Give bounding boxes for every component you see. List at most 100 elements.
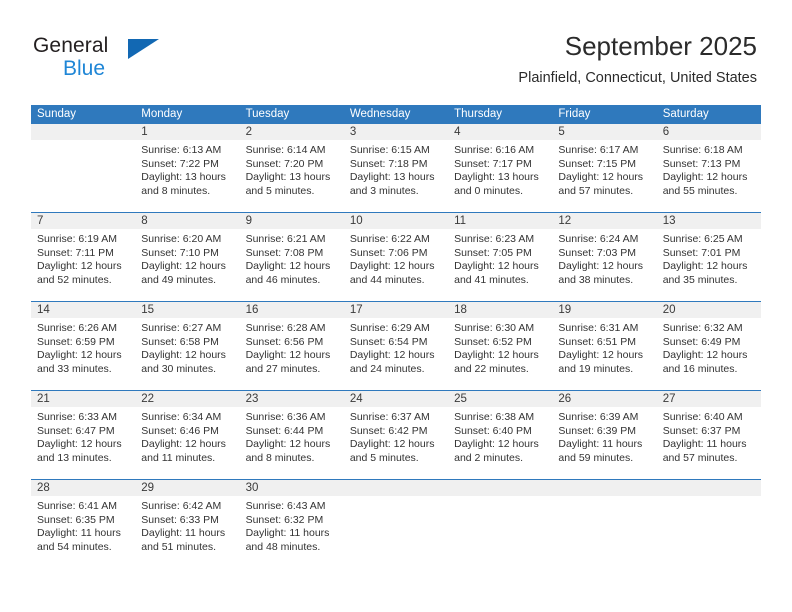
day-cell[interactable]: Sunrise: 6:34 AM Sunset: 6:46 PM Daylight:…: [135, 407, 239, 479]
day-cell[interactable]: Sunrise: 6:42 AM Sunset: 6:33 PM Daylight:…: [135, 496, 239, 568]
calendar-grid: Sunday Monday Tuesday Wednesday Thursday Frid…: [31, 105, 761, 568]
day-number[interactable]: 27: [657, 391, 761, 407]
day-number[interactable]: 20: [657, 302, 761, 318]
day-detail-line: Sunrise: 6:29 AM: [349, 322, 430, 334]
day-detail-line: and 5 minutes.: [245, 184, 315, 197]
day-cell[interactable]: Sunrise: 6:16 AM Sunset: 7:17 PM Daylight:…: [448, 140, 552, 212]
day-cell[interactable]: Sunrise: 6:17 AM Sunset: 7:15 PM Daylight:…: [552, 140, 656, 212]
day-cell[interactable]: Sunrise: 6:22 AM Sunset: 7:06 PM Daylight:…: [344, 229, 448, 301]
day-detail-line: Sunrise: 6:25 AM: [662, 233, 743, 245]
day-number[interactable]: 21: [31, 391, 135, 407]
day-number[interactable]: 16: [240, 302, 344, 318]
day-detail-line: and 41 minutes.: [454, 273, 529, 286]
day-detail-line: Sunset: 6:51 PM: [558, 335, 637, 348]
day-detail-line: and 48 minutes.: [245, 540, 321, 553]
day-cell[interactable]: Sunrise: 6:36 AM Sunset: 6:44 PM Daylight:…: [240, 407, 344, 479]
day-number[interactable]: 28: [31, 480, 135, 496]
day-cell[interactable]: Sunrise: 6:13 AM Sunset: 7:22 PM Daylight:…: [135, 140, 239, 212]
day-detail-line: Sunset: 6:54 PM: [349, 335, 428, 348]
day-number[interactable]: 25: [448, 391, 552, 407]
day-cell[interactable]: Sunrise: 6:28 AM Sunset: 6:56 PM Daylight:…: [240, 318, 344, 390]
day-cell[interactable]: Sunrise: 6:38 AM Sunset: 6:40 PM Daylight:…: [448, 407, 552, 479]
day-number[interactable]: 30: [240, 480, 344, 496]
day-cell[interactable]: Sunrise: 6:37 AM Sunset: 6:42 PM Daylight:…: [344, 407, 448, 479]
day-number[interactable]: 3: [344, 124, 448, 140]
day-number[interactable]: 11: [448, 213, 552, 229]
day-cell-empty: [31, 140, 135, 212]
day-detail-line: Sunrise: 6:31 AM: [558, 322, 639, 334]
day-cell[interactable]: Sunrise: 6:40 AM Sunset: 6:37 PM Daylight:…: [657, 407, 761, 479]
day-detail-line: Sunset: 6:56 PM: [245, 335, 324, 348]
day-number[interactable]: 14: [31, 302, 135, 318]
day-detail-line: Daylight: 12 hours: [662, 349, 748, 362]
day-number[interactable]: 12: [552, 213, 656, 229]
day-number[interactable]: 19: [552, 302, 656, 318]
weekday-header-sunday: Sunday: [37, 108, 77, 120]
day-detail-line: Sunset: 7:05 PM: [454, 246, 532, 259]
day-detail-line: Sunset: 6:52 PM: [454, 335, 532, 348]
day-detail-line: Sunset: 6:32 PM: [245, 513, 324, 526]
day-detail-line: Sunrise: 6:26 AM: [37, 322, 117, 334]
day-cell[interactable]: Sunrise: 6:23 AM Sunset: 7:05 PM Daylight:…: [448, 229, 552, 301]
day-number[interactable]: 13: [657, 213, 761, 229]
day-number[interactable]: 22: [135, 391, 239, 407]
day-detail-line: Sunrise: 6:24 AM: [558, 233, 639, 245]
day-cell[interactable]: Sunrise: 6:24 AM Sunset: 7:03 PM Daylight:…: [552, 229, 656, 301]
day-number[interactable]: 1: [135, 124, 239, 140]
day-detail-line: and 51 minutes.: [141, 540, 216, 553]
day-cell[interactable]: Sunrise: 6:19 AM Sunset: 7:11 PM Daylight:…: [31, 229, 135, 301]
day-detail-line: Sunrise: 6:23 AM: [454, 233, 535, 245]
day-cell[interactable]: Sunrise: 6:25 AM Sunset: 7:01 PM Daylight:…: [657, 229, 761, 301]
day-detail-line: Sunset: 6:46 PM: [141, 424, 219, 437]
day-cell[interactable]: Sunrise: 6:15 AM Sunset: 7:18 PM Daylight:…: [344, 140, 448, 212]
day-detail-line: and 8 minutes.: [245, 451, 315, 464]
day-cell[interactable]: Sunrise: 6:26 AM Sunset: 6:59 PM Daylight:…: [31, 318, 135, 390]
day-detail-line: Sunset: 6:44 PM: [245, 424, 324, 437]
day-cell[interactable]: Sunrise: 6:43 AM Sunset: 6:32 PM Daylight:…: [240, 496, 344, 568]
day-detail-line: Sunset: 7:17 PM: [454, 157, 532, 170]
day-number[interactable]: 10: [344, 213, 448, 229]
day-cell[interactable]: Sunrise: 6:20 AM Sunset: 7:10 PM Daylight:…: [135, 229, 239, 301]
day-number[interactable]: 24: [344, 391, 448, 407]
day-detail-line: and 8 minutes.: [141, 184, 211, 197]
calendar-week-row: 7 8 9 10 11 12 13 Sunrise: 6:19 AM Sunset: 7:11 …: [31, 212, 761, 301]
day-cell[interactable]: Sunrise: 6:30 AM Sunset: 6:52 PM Daylight:…: [448, 318, 552, 390]
day-cell[interactable]: Sunrise: 6:18 AM Sunset: 7:13 PM Daylight:…: [657, 140, 761, 212]
day-cell[interactable]: Sunrise: 6:29 AM Sunset: 6:54 PM Daylight:…: [344, 318, 448, 390]
day-detail-line: Daylight: 11 hours: [245, 527, 330, 540]
day-detail-line: Sunset: 6:49 PM: [662, 335, 741, 348]
day-cell[interactable]: Sunrise: 6:33 AM Sunset: 6:47 PM Daylight:…: [31, 407, 135, 479]
day-cell[interactable]: Sunrise: 6:31 AM Sunset: 6:51 PM Daylight:…: [552, 318, 656, 390]
calendar-week-row: 14 15 16 17 18 19 20 Sunrise: 6:26 AM Sunset: 6:…: [31, 301, 761, 390]
day-detail-line: and 13 minutes.: [37, 451, 112, 464]
day-cell[interactable]: Sunrise: 6:32 AM Sunset: 6:49 PM Daylight:…: [657, 318, 761, 390]
day-cell[interactable]: Sunrise: 6:41 AM Sunset: 6:35 PM Daylight:…: [31, 496, 135, 568]
day-number[interactable]: 26: [552, 391, 656, 407]
day-detail-line: Daylight: 12 hours: [37, 349, 122, 362]
day-number-empty: [31, 124, 135, 140]
day-number[interactable]: 15: [135, 302, 239, 318]
day-number[interactable]: 7: [31, 213, 135, 229]
day-cell[interactable]: Sunrise: 6:21 AM Sunset: 7:08 PM Daylight:…: [240, 229, 344, 301]
day-detail-line: and 49 minutes.: [141, 273, 216, 286]
day-cell[interactable]: Sunrise: 6:39 AM Sunset: 6:39 PM Daylight:…: [552, 407, 656, 479]
day-number[interactable]: 29: [135, 480, 239, 496]
day-number[interactable]: 18: [448, 302, 552, 318]
generalblue-logo[interactable]: General Blue: [33, 34, 163, 86]
day-number-band: 123456: [31, 124, 761, 140]
day-detail-line: Sunrise: 6:40 AM: [662, 411, 743, 423]
day-number[interactable]: 9: [240, 213, 344, 229]
day-detail-line: and 35 minutes.: [662, 273, 738, 286]
day-number[interactable]: 4: [448, 124, 552, 140]
day-detail-line: Sunrise: 6:43 AM: [245, 500, 326, 512]
day-number[interactable]: 23: [240, 391, 344, 407]
day-number[interactable]: 2: [240, 124, 344, 140]
day-cell[interactable]: Sunrise: 6:27 AM Sunset: 6:58 PM Daylight:…: [135, 318, 239, 390]
day-number[interactable]: 17: [344, 302, 448, 318]
day-number[interactable]: 5: [552, 124, 656, 140]
day-number[interactable]: 6: [657, 124, 761, 140]
day-detail-line: Sunset: 7:06 PM: [349, 246, 428, 259]
day-detail-line: Sunrise: 6:21 AM: [245, 233, 326, 245]
day-number[interactable]: 8: [135, 213, 239, 229]
day-cell[interactable]: Sunrise: 6:14 AM Sunset: 7:20 PM Daylight:…: [240, 140, 344, 212]
